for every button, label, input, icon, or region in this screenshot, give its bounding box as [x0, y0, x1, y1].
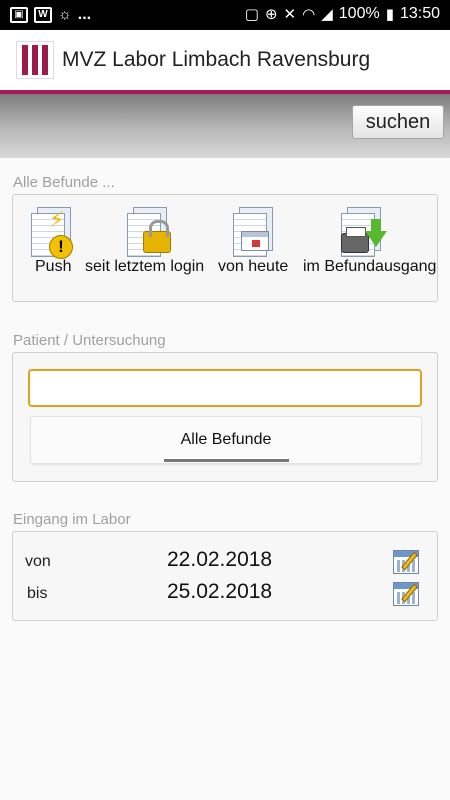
clock: 13:50	[399, 5, 440, 22]
lab-entry-label: Eingang im Labor	[13, 511, 131, 528]
date-from-value[interactable]: 22.02.2018	[167, 548, 272, 572]
patient-panel: Alle Befunde	[12, 352, 438, 482]
search-button[interactable]: suchen	[352, 105, 444, 139]
word-notification-icon: W	[34, 6, 52, 23]
report-filter-dropdown[interactable]: Alle Befunde	[30, 416, 422, 464]
system-status: ▢ ⊕ ✕ ◠ ◢ 100% ▮ 13:50	[245, 5, 440, 23]
limbach-logo	[16, 41, 54, 79]
wifi-icon: ◠	[302, 6, 316, 23]
shortcut-since-last-login[interactable]	[123, 207, 171, 263]
report-filter-value: Alle Befunde	[180, 431, 272, 448]
status-bar: ▣ W ☼ ... ▢ ⊕ ✕ ◠ ◢ 100% ▮ 13:50	[0, 0, 450, 30]
date-to-calendar-icon[interactable]	[393, 579, 423, 607]
shortcut-today[interactable]	[229, 207, 275, 263]
date-from-label: von	[25, 553, 51, 570]
date-to-label: bis	[27, 585, 48, 602]
dropdown-underline	[164, 459, 289, 462]
weather-notification-icon: ☼	[58, 6, 72, 23]
shortcut-outbox[interactable]	[337, 207, 387, 263]
shortcut-outbox-label[interactable]: im Befundausgang	[303, 258, 436, 276]
push-warning-icon: ⚡ !	[27, 207, 73, 263]
data-saver-icon: ⊕	[264, 6, 278, 23]
date-from-row: von 22.02.2018	[13, 547, 437, 577]
lab-entry-panel: von 22.02.2018 bis 25.02.2018	[12, 531, 438, 621]
date-from-calendar-icon[interactable]	[393, 547, 423, 575]
signal-icon: ◢	[321, 6, 333, 23]
patient-search-input[interactable]	[28, 369, 422, 407]
all-reports-label: Alle Befunde ...	[13, 174, 115, 191]
printer-download-icon	[337, 207, 387, 263]
more-notifications-indicator: ...	[77, 5, 92, 23]
all-reports-panel: ⚡ ! Push seit letztem login von heute im…	[12, 194, 438, 302]
shortcut-push-label[interactable]: Push	[35, 258, 71, 276]
app-title: MVZ Labor Limbach Ravensburg	[62, 48, 371, 71]
patient-label: Patient / Untersuchung	[13, 332, 166, 349]
date-to-row: bis 25.02.2018	[13, 579, 437, 609]
battery-level: 100%	[338, 5, 380, 22]
shortcut-push[interactable]: ⚡ !	[27, 207, 73, 263]
lock-document-icon	[123, 207, 171, 263]
image-notification-icon: ▣	[10, 6, 28, 23]
notification-icons: ▣ W ☼ ...	[10, 6, 91, 23]
shortcut-since-last-login-label[interactable]: seit letztem login	[85, 258, 204, 276]
battery-icon: ▮	[385, 6, 394, 23]
date-to-value[interactable]: 25.02.2018	[167, 580, 272, 604]
mute-icon: ✕	[283, 6, 297, 23]
shortcut-today-label[interactable]: von heute	[218, 258, 288, 276]
app-bar: MVZ Labor Limbach Ravensburg	[0, 30, 450, 90]
toolbar: suchen	[0, 94, 450, 158]
battery-saver-icon: ▢	[244, 6, 259, 23]
calendar-document-icon	[229, 207, 275, 263]
